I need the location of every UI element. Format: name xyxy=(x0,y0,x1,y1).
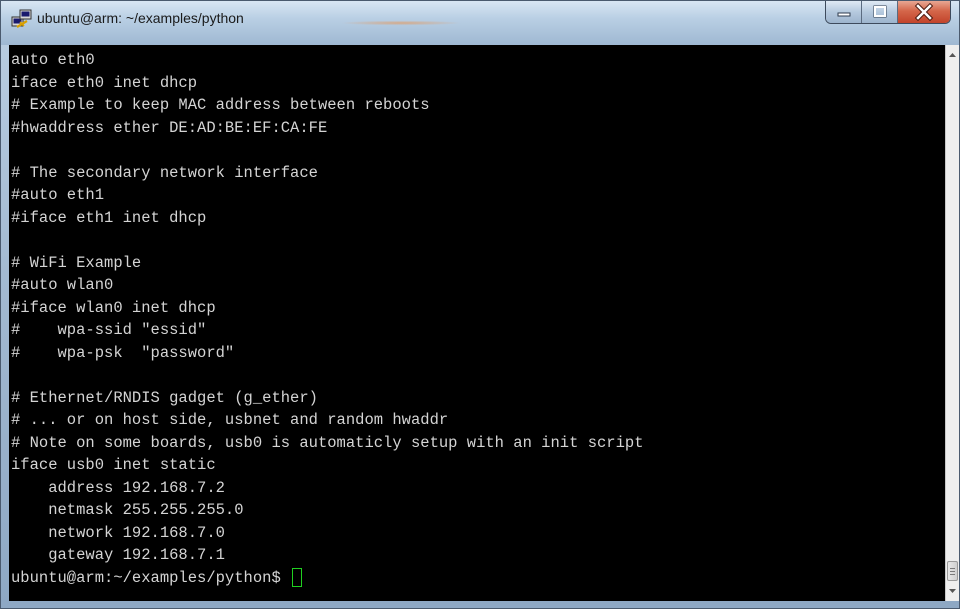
command-prompt-line[interactable]: ubuntu@arm:~/examples/python$ xyxy=(11,567,644,590)
window-title: ubuntu@arm: ~/examples/python xyxy=(37,10,244,26)
terminal-line: netmask 255.255.255.0 xyxy=(11,501,244,519)
text-cursor xyxy=(292,568,303,588)
terminal-line: #auto wlan0 xyxy=(11,276,114,294)
putty-icon xyxy=(11,9,32,28)
terminal-line: # Ethernet/RNDIS gadget (g_ether) xyxy=(11,388,318,407)
title-bar[interactable]: ubuntu@arm: ~/examples/python xyxy=(1,1,959,45)
scrollbar-thumb[interactable] xyxy=(947,561,958,581)
terminal-line: iface usb0 inet static xyxy=(11,456,216,474)
terminal-line: #auto eth1 xyxy=(11,186,105,204)
scroll-up-icon[interactable] xyxy=(946,47,959,63)
terminal-line: #iface wlan0 inet dhcp xyxy=(11,298,216,317)
close-button[interactable] xyxy=(898,1,950,23)
terminal-line: gateway 192.168.7.1 xyxy=(11,546,225,564)
terminal-line: # WiFi Example xyxy=(11,253,142,272)
terminal-line: iface eth0 inet dhcp xyxy=(11,73,198,92)
terminal-line: # Note on some boards, usb0 is automatic… xyxy=(11,433,644,452)
shell-prompt: ubuntu@arm:~/examples/python$ xyxy=(11,568,291,587)
vertical-scrollbar[interactable] xyxy=(945,45,959,601)
terminal-line: network 192.168.7.0 xyxy=(11,523,225,542)
terminal-output: auto eth0 iface eth0 inet dhcp # Example… xyxy=(11,49,644,589)
maximize-button[interactable] xyxy=(862,1,898,23)
terminal-window: ubuntu@arm: ~/examples/python auto eth0 … xyxy=(0,0,960,609)
minimize-button[interactable] xyxy=(826,1,862,23)
terminal-line: # Example to keep MAC address between re… xyxy=(11,96,430,114)
terminal-line: # The secondary network interface xyxy=(11,163,318,182)
grip-line xyxy=(950,574,955,575)
terminal-line: address 192.168.7.2 xyxy=(11,478,225,497)
minimize-icon xyxy=(837,12,851,17)
grip-line xyxy=(950,568,955,569)
terminal-line: #hwaddress ether DE:AD:BE:EF:CA:FE xyxy=(11,118,328,137)
window-controls xyxy=(825,1,951,24)
terminal-line: auto eth0 xyxy=(11,51,95,69)
terminal-area[interactable]: auto eth0 iface eth0 inet dhcp # Example… xyxy=(9,45,945,601)
scroll-down-icon[interactable] xyxy=(946,583,959,599)
terminal-line: #iface eth1 inet dhcp xyxy=(11,208,207,227)
terminal-line: # wpa-ssid "essid" xyxy=(11,321,207,339)
grip-line xyxy=(950,571,955,572)
close-icon xyxy=(914,2,934,22)
terminal-line: # ... or on host side, usbnet and random… xyxy=(11,411,449,429)
maximize-icon xyxy=(873,5,887,18)
terminal-line: # wpa-psk "password" xyxy=(11,343,235,362)
